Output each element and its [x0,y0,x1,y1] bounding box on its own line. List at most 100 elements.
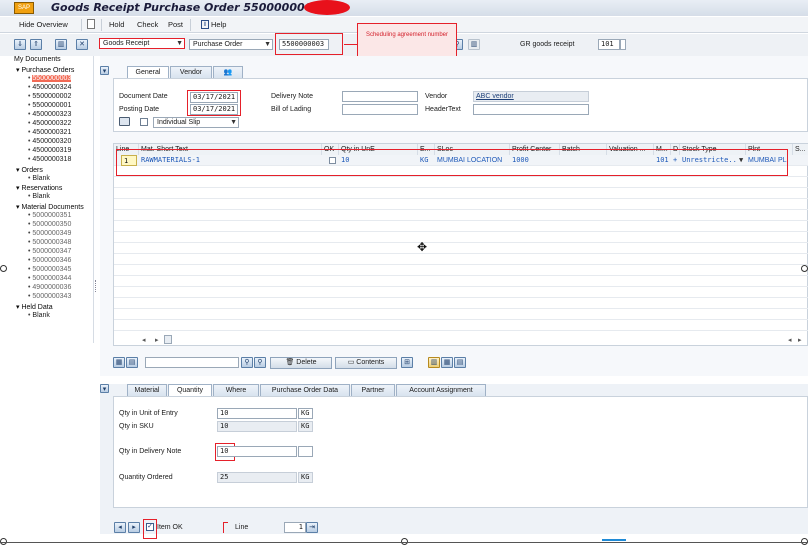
splitter-handle[interactable] [95,280,97,292]
bill-of-lading-input[interactable] [342,104,418,115]
tree-item-matdoc[interactable]: • 5000000349 [28,230,71,237]
delete-icon[interactable]: ▥ [55,39,67,50]
grid-search-input[interactable] [145,357,239,368]
menu-check[interactable]: Check [137,20,158,29]
header-text-input[interactable] [473,104,589,115]
table-row [114,254,808,265]
qty-delivery-note-uom[interactable] [298,446,313,457]
qty-sku-uom: KG [298,421,313,432]
tree-item-matdoc[interactable]: • 5000000350 [28,221,71,228]
item-row-highlight [116,149,788,176]
delete-button[interactable]: 🗑 Delete [270,357,332,369]
tab-where[interactable]: Where [213,384,259,396]
scroll-right-icon[interactable]: ▸ [155,336,159,344]
menu-hide-overview[interactable]: Hide Overview [19,20,68,29]
collapse-header-icon[interactable]: ▾ [100,66,109,75]
item-ok-checkbox[interactable]: ✓ [146,523,154,531]
tree-group-reservations[interactable]: ▾ Reservations [16,184,62,192]
expand-grid-icon[interactable]: ⊞ [401,357,413,368]
contents-button[interactable]: ▭ Contents [335,357,397,369]
posting-date-input[interactable]: 03/17/2021 [190,104,238,115]
tab-vendor[interactable]: Vendor [170,66,212,78]
tree-group-held-data[interactable]: ▾ Held Data [16,303,53,311]
scroll-left-icon[interactable]: ◂ [142,336,146,344]
horizontal-scrollbar[interactable] [164,335,172,344]
po-number-input[interactable]: 5500000003 [279,39,329,50]
collapse-detail-icon[interactable]: ▾ [100,384,109,393]
tree-item-po[interactable]: • 4500000320 [28,138,71,145]
next-item-icon[interactable]: ▸ [128,522,140,533]
tab-general[interactable]: General [127,66,169,78]
expand-all-icon[interactable]: ⇓ [14,39,26,50]
document-date-input[interactable]: 03/17/2021 [190,92,238,103]
sidebar-title: My Documents [14,56,61,63]
previous-item-icon[interactable]: ◂ [114,522,126,533]
vendor-link[interactable]: ABC vendor [476,93,514,100]
tree-item-matdoc[interactable]: • 4900000036 [28,284,71,291]
scroll-right-icon[interactable]: ▸ [798,336,802,344]
tree-item-blank[interactable]: • Blank [28,175,50,182]
tree-item-label: 4500000318 [32,156,72,163]
select-all-icon[interactable]: ▦ [113,357,125,368]
stock-overview-icon[interactable]: ▥ [428,357,440,368]
info-icon[interactable]: i [201,20,209,29]
transaction-select[interactable]: Goods Receipt ▼ [99,38,185,49]
tree-item-matdoc[interactable]: • 5000000344 [28,275,71,282]
tree-item-matdoc[interactable]: • 5000000343 [28,293,71,300]
menu-hold[interactable]: Hold [109,20,124,29]
tree-item-matdoc[interactable]: • 5000000351 [28,212,71,219]
tree-item-matdoc[interactable]: • 5000000345 [28,266,71,273]
tree-item-po[interactable]: • 4500000322 [28,120,71,127]
tree-item-matdoc[interactable]: • 5000000348 [28,239,71,246]
tab-purchase-order-data[interactable]: Purchase Order Data [260,384,350,396]
collapse-all-icon[interactable]: ⇑ [30,39,42,50]
scroll-left-icon[interactable]: ◂ [788,336,792,344]
menu-post[interactable]: Post [168,20,183,29]
tree-group-purchase-orders[interactable]: ▾ Purchase Orders [16,66,74,74]
movement-type-extra[interactable] [620,39,626,50]
tree-item-po[interactable]: • 5500000003 [28,75,72,82]
group-label: Orders [21,167,43,174]
close-panel-icon[interactable]: ✕ [76,39,88,50]
tab-quantity[interactable]: Quantity [168,384,212,396]
tree-item-matdoc[interactable]: • 5000000347 [28,248,71,255]
tab-material[interactable]: Material [127,384,167,396]
printer-icon[interactable] [119,117,130,126]
slip-select[interactable]: Individual Slip ▼ [153,117,239,128]
tab-account-assignment[interactable]: Account Assignment [396,384,486,396]
resize-handle [0,265,7,272]
tree-group-orders[interactable]: ▾ Orders [16,166,43,174]
find-icon[interactable]: ⚲ [241,357,253,368]
settings-icon[interactable]: ▤ [454,357,466,368]
tree-item-blank[interactable]: • Blank [28,193,50,200]
find-next-icon[interactable]: ⚲ [254,357,266,368]
reference-select[interactable]: Purchase Order ▼ [189,39,273,50]
tree-item-blank[interactable]: • Blank [28,312,50,319]
tree-item-po[interactable]: • 4500000321 [28,129,71,136]
print-checkbox[interactable] [140,118,148,126]
tab-contacts[interactable]: 👥 [213,66,243,78]
sap-icon[interactable]: SAP [14,2,34,14]
tab-partner[interactable]: Partner [351,384,395,396]
qty-delivery-note-input[interactable]: 10 [217,446,297,457]
deselect-all-icon[interactable]: ▤ [126,357,138,368]
col-s[interactable]: S... [793,144,808,155]
tree-item-po[interactable]: • 4500000319 [28,147,71,154]
delivery-note-input[interactable] [342,91,418,102]
tree-item-matdoc[interactable]: • 5000000346 [28,257,71,264]
tree-group-material-documents[interactable]: ▾ Material Documents [16,203,84,211]
tree-item-po[interactable]: • 4500000318 [28,156,71,163]
qty-unit-entry-uom[interactable]: KG [298,408,313,419]
tree-item-po[interactable]: • 5500000001 [28,102,71,109]
line-input[interactable]: 1 [284,522,306,533]
go-to-line-icon[interactable]: ⇥ [306,522,318,533]
tree-item-po[interactable]: • 5500000002 [28,93,71,100]
movement-type-input[interactable]: 101 [598,39,620,50]
qty-unit-entry-input[interactable]: 10 [217,408,297,419]
po-selected: 5500000003 [32,75,72,82]
new-document-icon[interactable] [87,19,95,29]
menu-help[interactable]: Help [211,20,226,29]
layout-icon[interactable]: ▦ [441,357,453,368]
tree-item-po[interactable]: • 4500000324 [28,84,71,91]
tree-item-po[interactable]: • 4500000323 [28,111,71,118]
